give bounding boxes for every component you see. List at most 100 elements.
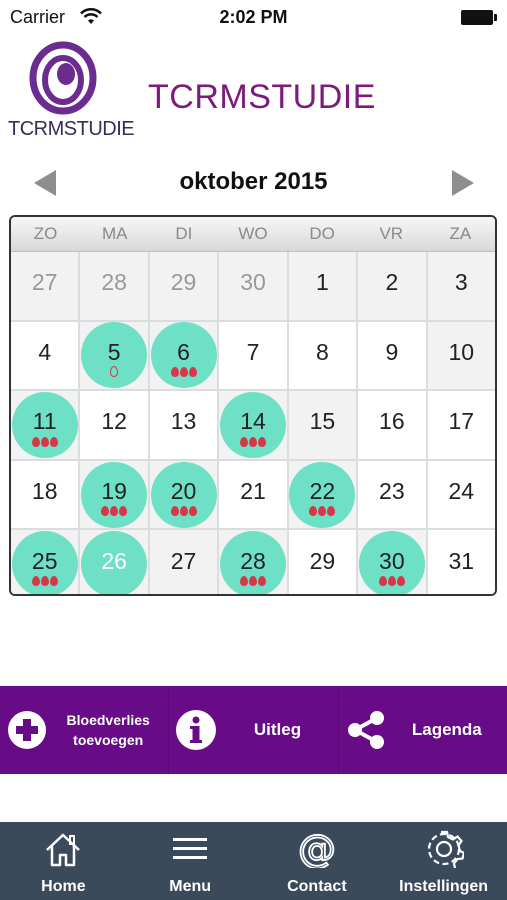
tab-contact[interactable]: @ Contact	[254, 822, 381, 900]
svg-text:@: @	[298, 830, 336, 868]
calendar-day-number: 21	[240, 478, 266, 505]
weekday-label: WO	[238, 224, 268, 243]
calendar-day-number: 15	[309, 408, 336, 435]
calendar-day[interactable]: 10	[427, 321, 495, 390]
blood-drop-icon	[49, 436, 58, 447]
calendar-day-number: 10	[448, 338, 475, 365]
plus-circle-icon	[6, 709, 48, 751]
calendar: ZO MA DI WO DO VR ZA 27 28 29 30 1 2 3 4 5 6 7 8 9 10…	[9, 215, 497, 596]
calendar-day-number: 3	[454, 269, 468, 296]
calendar-day[interactable]: 27	[149, 530, 218, 594]
blood-drop-icon	[179, 367, 188, 378]
calendar-day-number: 22	[309, 478, 336, 505]
calendar-day[interactable]: 23	[358, 460, 426, 529]
calendar-day[interactable]: 6	[149, 321, 218, 390]
calendar-day[interactable]: 16	[358, 391, 426, 459]
blood-drop-icon	[179, 506, 188, 517]
next-month-button[interactable]	[452, 170, 474, 196]
calendar-day[interactable]: 14	[219, 391, 287, 459]
calendar-day[interactable]: 30	[219, 252, 287, 320]
explanation-button[interactable]: Uitleg	[169, 686, 339, 774]
blood-drop-icon	[119, 506, 128, 517]
calendar-day-number: 4	[38, 338, 52, 365]
at-sign-icon: @	[297, 830, 337, 868]
share-icon	[345, 709, 387, 751]
explanation-label: Uitleg	[253, 720, 302, 739]
add-bleeding-button[interactable]: Bloedverlies toevoegen	[0, 686, 170, 774]
calendar-day-number: 9	[385, 338, 399, 365]
status-bar: Carrier 2:02 PM	[0, 0, 507, 36]
blood-drop-icon	[257, 575, 266, 586]
calendar-day[interactable]: 26	[80, 530, 148, 594]
calendar-day[interactable]: 15	[288, 391, 357, 459]
calendar-day[interactable]: 28	[80, 252, 148, 320]
calendar-grid: 27 28 29 30 1 2 3 4 5 6 7 8 9 10 11 12 13 14 15 16 17 18 19 20 2…	[11, 252, 495, 594]
calendar-day-number: 5	[107, 338, 121, 365]
weekday-label: ZA	[449, 224, 472, 243]
calendar-day[interactable]: 17	[427, 391, 495, 459]
calendar-day[interactable]: 9	[358, 321, 426, 390]
calendar-day-number: 1	[316, 269, 329, 296]
calendar-day-number: 13	[170, 408, 197, 435]
blood-drop-icon	[49, 575, 58, 586]
blood-drops	[11, 575, 78, 586]
calendar-day-number: 8	[316, 338, 329, 365]
calendar-day[interactable]: 13	[149, 391, 218, 459]
calendar-day[interactable]: 2	[358, 252, 426, 320]
calendar-day[interactable]: 18	[11, 460, 79, 529]
calendar-day[interactable]: 20	[149, 460, 218, 529]
calendar-day[interactable]: 22	[288, 460, 357, 529]
calendar-day-number: 17	[448, 408, 475, 435]
legend-button[interactable]: Lagenda	[339, 686, 507, 774]
calendar-day-number: 25	[31, 547, 58, 574]
calendar-day[interactable]: 29	[288, 530, 357, 594]
calendar-day-number: 24	[448, 478, 475, 505]
clock: 2:02 PM	[219, 7, 288, 27]
calendar-day-number: 31	[448, 547, 475, 574]
calendar-day[interactable]: 1	[288, 252, 357, 320]
calendar-day[interactable]: 4	[11, 321, 79, 390]
calendar-day-number: 27	[170, 547, 197, 574]
blood-drop-icon	[248, 436, 257, 447]
blood-drop-icon	[110, 506, 119, 517]
calendar-day-number: 16	[379, 408, 405, 435]
calendar-day-number: 28	[101, 269, 127, 296]
tab-contact-label: Contact	[287, 878, 347, 895]
add-bleeding-label: Bloedverlies toevoegen	[48, 710, 168, 750]
home-icon	[46, 833, 81, 867]
blood-drop-icon	[309, 506, 318, 517]
calendar-day[interactable]: 5	[80, 321, 148, 390]
weekday-label: ZO	[33, 224, 58, 243]
calendar-day[interactable]: 19	[80, 460, 148, 529]
weekday-label: MA	[101, 224, 128, 243]
logo: TCRMSTUDIE	[8, 40, 135, 140]
calendar-day[interactable]: 3	[427, 252, 495, 320]
calendar-day[interactable]: 31	[427, 530, 495, 594]
calendar-day[interactable]: 7	[219, 321, 287, 390]
weekday-label: DO	[309, 224, 335, 243]
blood-drops	[80, 506, 147, 517]
blood-drops	[219, 575, 286, 586]
calendar-day-number: 20	[170, 478, 197, 505]
calendar-day[interactable]: 28	[219, 530, 287, 594]
blood-drop-icon	[101, 506, 110, 517]
blood-drop-icon	[170, 506, 179, 517]
calendar-day[interactable]: 24	[427, 460, 495, 529]
calendar-day[interactable]: 21	[219, 460, 287, 529]
calendar-day-number: 18	[31, 478, 58, 505]
blood-drop-icon	[378, 575, 387, 586]
blood-drops	[80, 366, 147, 378]
calendar-day[interactable]: 30	[358, 530, 426, 594]
tab-home[interactable]: Home	[0, 822, 127, 900]
legend-label: Lagenda	[411, 720, 482, 739]
tab-settings[interactable]: Instellingen	[380, 822, 507, 900]
calendar-day[interactable]: 29	[149, 252, 218, 320]
tab-bar: Home Menu @ Contact Instellingen	[0, 822, 507, 900]
calendar-day[interactable]: 11	[11, 391, 79, 459]
calendar-day[interactable]: 27	[11, 252, 79, 320]
tab-menu[interactable]: Menu	[127, 822, 254, 900]
calendar-day[interactable]: 12	[80, 391, 148, 459]
calendar-day[interactable]: 25	[11, 530, 79, 594]
calendar-day[interactable]: 8	[288, 321, 357, 390]
calendar-day-number: 29	[170, 269, 197, 296]
